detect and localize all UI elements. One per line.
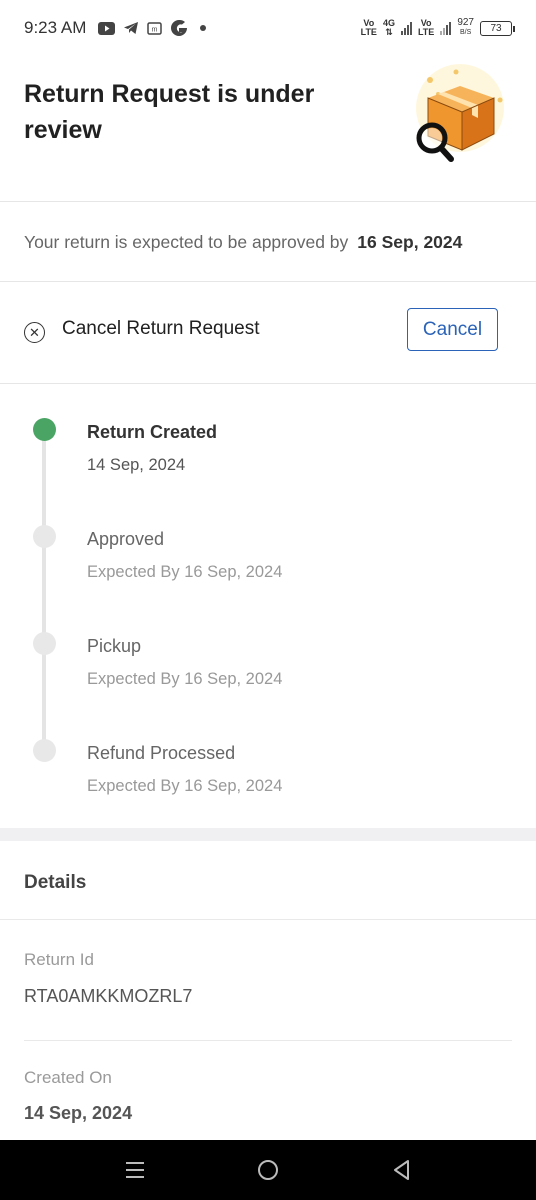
status-bar: 9:23 AM m Vo LTE 4G ⇅ Vo LTE 927 B/S 73 <box>0 0 536 56</box>
step-status-dot <box>33 418 56 441</box>
network-speed: 927 B/S <box>457 17 474 37</box>
divider <box>0 919 536 920</box>
notification-icons: m <box>98 19 210 37</box>
timeline-step-approved: Approved Expected By 16 Sep, 2024 <box>0 492 536 582</box>
volte-indicator-1: Vo LTE <box>360 18 377 37</box>
step-title: Approved <box>87 529 165 549</box>
step-title: Refund Processed <box>87 743 236 763</box>
header: Return Request is under review <box>0 56 536 202</box>
return-id-label: Return Id <box>24 950 94 969</box>
timeline-track <box>42 430 46 752</box>
message-icon: m <box>147 21 163 35</box>
created-on-label: Created On <box>24 1068 112 1087</box>
section-separator <box>0 828 536 841</box>
expected-approval-text: Your return is expected to be approved b… <box>24 231 349 252</box>
step-date: Expected By 16 Sep, 2024 <box>87 563 283 581</box>
timeline-step-return-created: Return Created 14 Sep, 2024 <box>0 385 536 475</box>
system-indicators: Vo LTE 4G ⇅ Vo LTE 927 B/S 73 <box>360 17 515 38</box>
page-title: Return Request is under review <box>24 80 315 144</box>
cancel-return-label: Cancel Return Request <box>62 318 260 339</box>
battery-icon: 73 <box>480 20 515 36</box>
return-id-value: RTA0AMKKMOZRL7 <box>24 986 193 1006</box>
cancel-button[interactable]: Cancel <box>407 308 498 351</box>
expected-approval: Your return is expected to be approved b… <box>0 203 536 282</box>
volte-indicator-2: Vo LTE <box>417 18 435 37</box>
youtube-icon <box>98 21 116 35</box>
system-nav-bar <box>0 1140 536 1200</box>
svg-text:m: m <box>152 26 158 33</box>
step-date: 14 Sep, 2024 <box>87 456 186 474</box>
timeline-step-refund-processed: Refund Processed Expected By 16 Sep, 202… <box>0 706 536 796</box>
return-timeline: Return Created 14 Sep, 2024 Approved Exp… <box>0 385 536 828</box>
network-4g-indicator: 4G ⇅ <box>382 18 395 37</box>
step-date: Expected By 16 Sep, 2024 <box>87 777 283 795</box>
created-on-value: 14 Sep, 2024 <box>24 1103 133 1123</box>
close-circle-icon: ✕ <box>24 322 45 343</box>
divider <box>24 1040 512 1041</box>
box-search-icon <box>416 64 504 162</box>
cancel-return-row: ✕ Cancel Return Request Cancel <box>0 283 536 384</box>
telegram-icon <box>124 22 139 34</box>
signal-icon-2 <box>440 21 452 35</box>
back-icon[interactable] <box>389 1158 415 1182</box>
dot-icon <box>200 25 207 31</box>
step-status-dot <box>33 632 56 655</box>
details-title: Details <box>24 872 87 893</box>
step-status-dot <box>33 525 56 548</box>
signal-icon <box>400 21 412 35</box>
app-g-icon <box>171 19 188 36</box>
menu-icon[interactable] <box>122 1158 148 1182</box>
expected-approval-date: 16 Sep, 2024 <box>357 231 463 252</box>
step-title: Return Created <box>87 422 218 442</box>
step-status-dot <box>33 739 56 762</box>
step-date: Expected By 16 Sep, 2024 <box>87 670 283 688</box>
home-icon[interactable] <box>255 1158 281 1182</box>
timeline-step-pickup: Pickup Expected By 16 Sep, 2024 <box>0 599 536 689</box>
status-time: 9:23 AM <box>24 18 87 37</box>
step-title: Pickup <box>87 636 142 656</box>
